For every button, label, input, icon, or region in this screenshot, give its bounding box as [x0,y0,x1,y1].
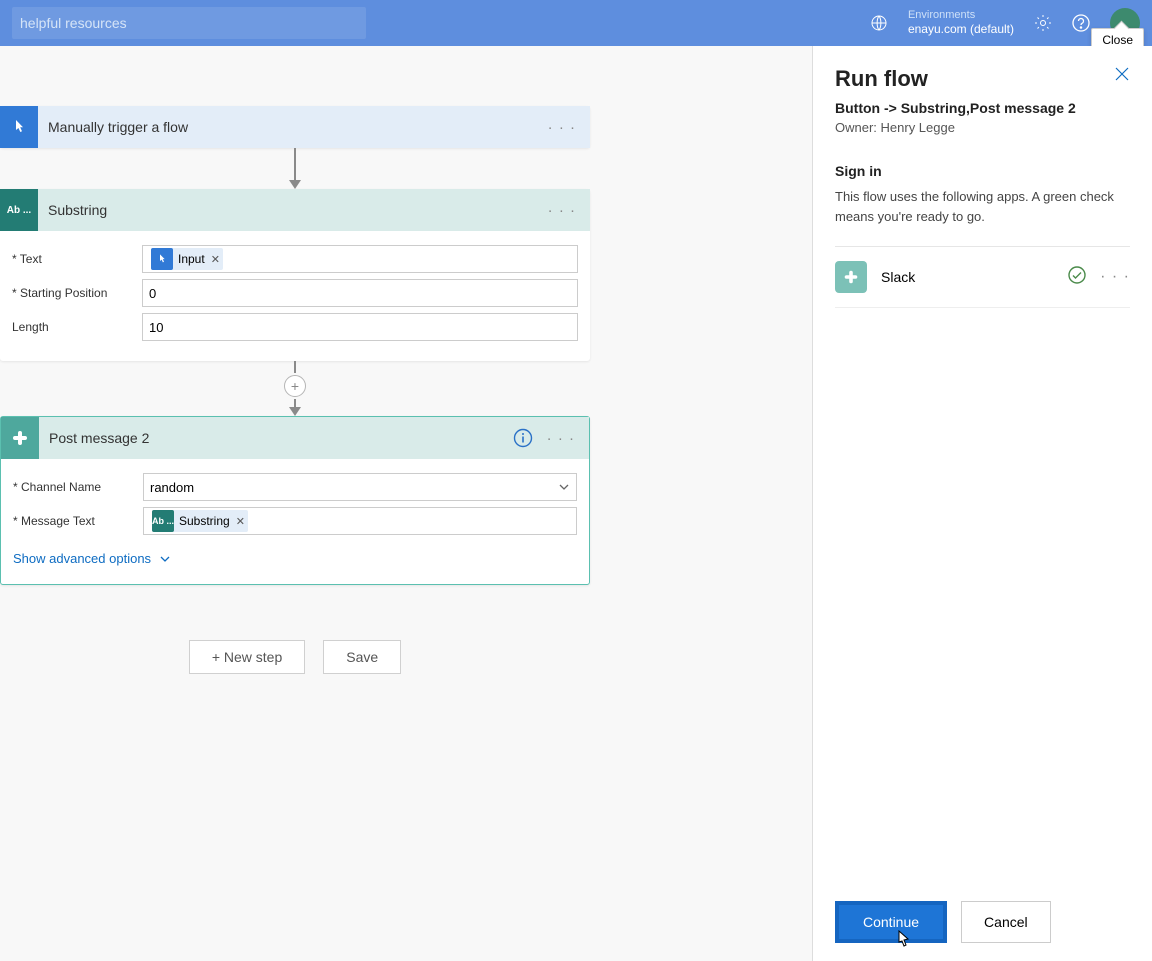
substring-icon: Ab ... [0,189,38,231]
environment-value: enayu.com (default) [908,22,1014,36]
panel-title-row: Run flow [835,66,1130,92]
connection-name: Slack [881,269,1068,285]
chevron-down-icon [558,481,570,493]
save-button[interactable]: Save [323,640,401,674]
substring-token[interactable]: Ab ... Substring ✕ [152,510,248,532]
add-step-icon[interactable]: + [284,375,306,397]
advanced-label: Show advanced options [13,551,151,566]
channel-value: random [150,480,194,495]
search-input[interactable]: helpful resources [12,7,366,39]
ellipsis-icon[interactable]: · · · [548,202,576,219]
token-label: Substring [179,514,230,528]
field-text: * Text Input ✕ [12,245,578,273]
help-icon[interactable] [1072,14,1090,32]
info-icon[interactable] [513,428,533,448]
gear-icon[interactable] [1034,14,1052,32]
new-step-button[interactable]: + New step [189,640,305,674]
ellipsis-icon[interactable]: · · · [548,119,576,136]
post-body: * Channel Name random * Message Text Ab … [1,459,589,584]
bottom-buttons: + New step Save [0,640,590,674]
arrow-head-icon [289,180,301,189]
text-input[interactable]: Input ✕ [142,245,578,273]
arrow-line [294,148,296,180]
message-input[interactable]: Ab ... Substring ✕ [143,507,577,535]
globe-icon[interactable] [870,14,888,32]
trigger-title: Manually trigger a flow [38,119,548,135]
show-advanced-link[interactable]: Show advanced options [13,551,171,566]
signin-heading: Sign in [835,163,1130,179]
environment-picker[interactable]: Environments enayu.com (default) [908,9,1014,37]
search-placeholder: helpful resources [20,15,127,31]
field-label-message: * Message Text [13,514,143,528]
substring-title: Substring [38,202,548,218]
input-token[interactable]: Input ✕ [151,248,223,270]
substring-header[interactable]: Ab ... Substring · · · [0,189,590,231]
field-length: Length 10 [12,313,578,341]
slack-icon [835,261,867,293]
ellipsis-icon[interactable]: · · · [547,430,575,447]
panel-owner: Owner: Henry Legge [835,120,1130,135]
run-flow-panel: Run flow Button -> Substring,Post messag… [812,46,1152,961]
field-label-start: * Starting Position [12,286,142,300]
field-start: * Starting Position 0 [12,279,578,307]
connector-1 [0,148,590,189]
ellipsis-icon[interactable]: · · · [1100,268,1130,286]
start-input[interactable]: 0 [142,279,578,307]
pointer-icon [0,106,38,148]
continue-button[interactable]: Continue [839,905,943,939]
chevron-down-icon [159,553,171,565]
field-channel: * Channel Name random [13,473,577,501]
pointer-icon [151,248,173,270]
trigger-header[interactable]: Manually trigger a flow · · · [0,106,590,148]
panel-footer: Continue Cancel [813,883,1152,961]
panel-body: Run flow Button -> Substring,Post messag… [813,46,1152,883]
field-message: * Message Text Ab ... Substring ✕ [13,507,577,535]
channel-select[interactable]: random [143,473,577,501]
post-message-card[interactable]: Post message 2 · · · * Channel Name rand… [0,416,590,585]
substring-icon: Ab ... [152,510,174,532]
connection-row-slack: Slack · · · [835,247,1130,308]
post-title: Post message 2 [39,430,513,446]
field-label-text: * Text [12,252,142,266]
field-label-channel: * Channel Name [13,480,143,494]
top-bar: helpful resources Environments enayu.com… [0,0,1152,46]
post-header[interactable]: Post message 2 · · · [1,417,589,459]
connector-2: + [0,361,590,416]
trigger-card[interactable]: Manually trigger a flow · · · [0,106,590,148]
close-icon[interactable]: ✕ [236,515,245,528]
token-label: Input [178,252,205,266]
length-input[interactable]: 10 [142,313,578,341]
check-icon [1068,266,1086,289]
arrow-line [294,399,296,407]
close-icon[interactable] [1114,66,1130,87]
tooltip-text: Close [1102,33,1133,47]
cancel-button[interactable]: Cancel [961,901,1051,943]
field-label-length: Length [12,320,142,334]
arrow-head-icon [289,407,301,416]
environment-label: Environments [908,9,1014,22]
slack-icon [1,417,39,459]
panel-title: Run flow [835,66,928,92]
arrow-line [294,361,296,373]
signin-description: This flow uses the following apps. A gre… [835,187,1130,226]
close-icon[interactable]: ✕ [211,253,220,266]
substring-body: * Text Input ✕ * Starting Position 0 Len… [0,231,590,361]
continue-button-focus: Continue [835,901,947,943]
substring-card[interactable]: Ab ... Substring · · · * Text Input ✕ * … [0,189,590,361]
panel-subtitle: Button -> Substring,Post message 2 [835,100,1130,116]
